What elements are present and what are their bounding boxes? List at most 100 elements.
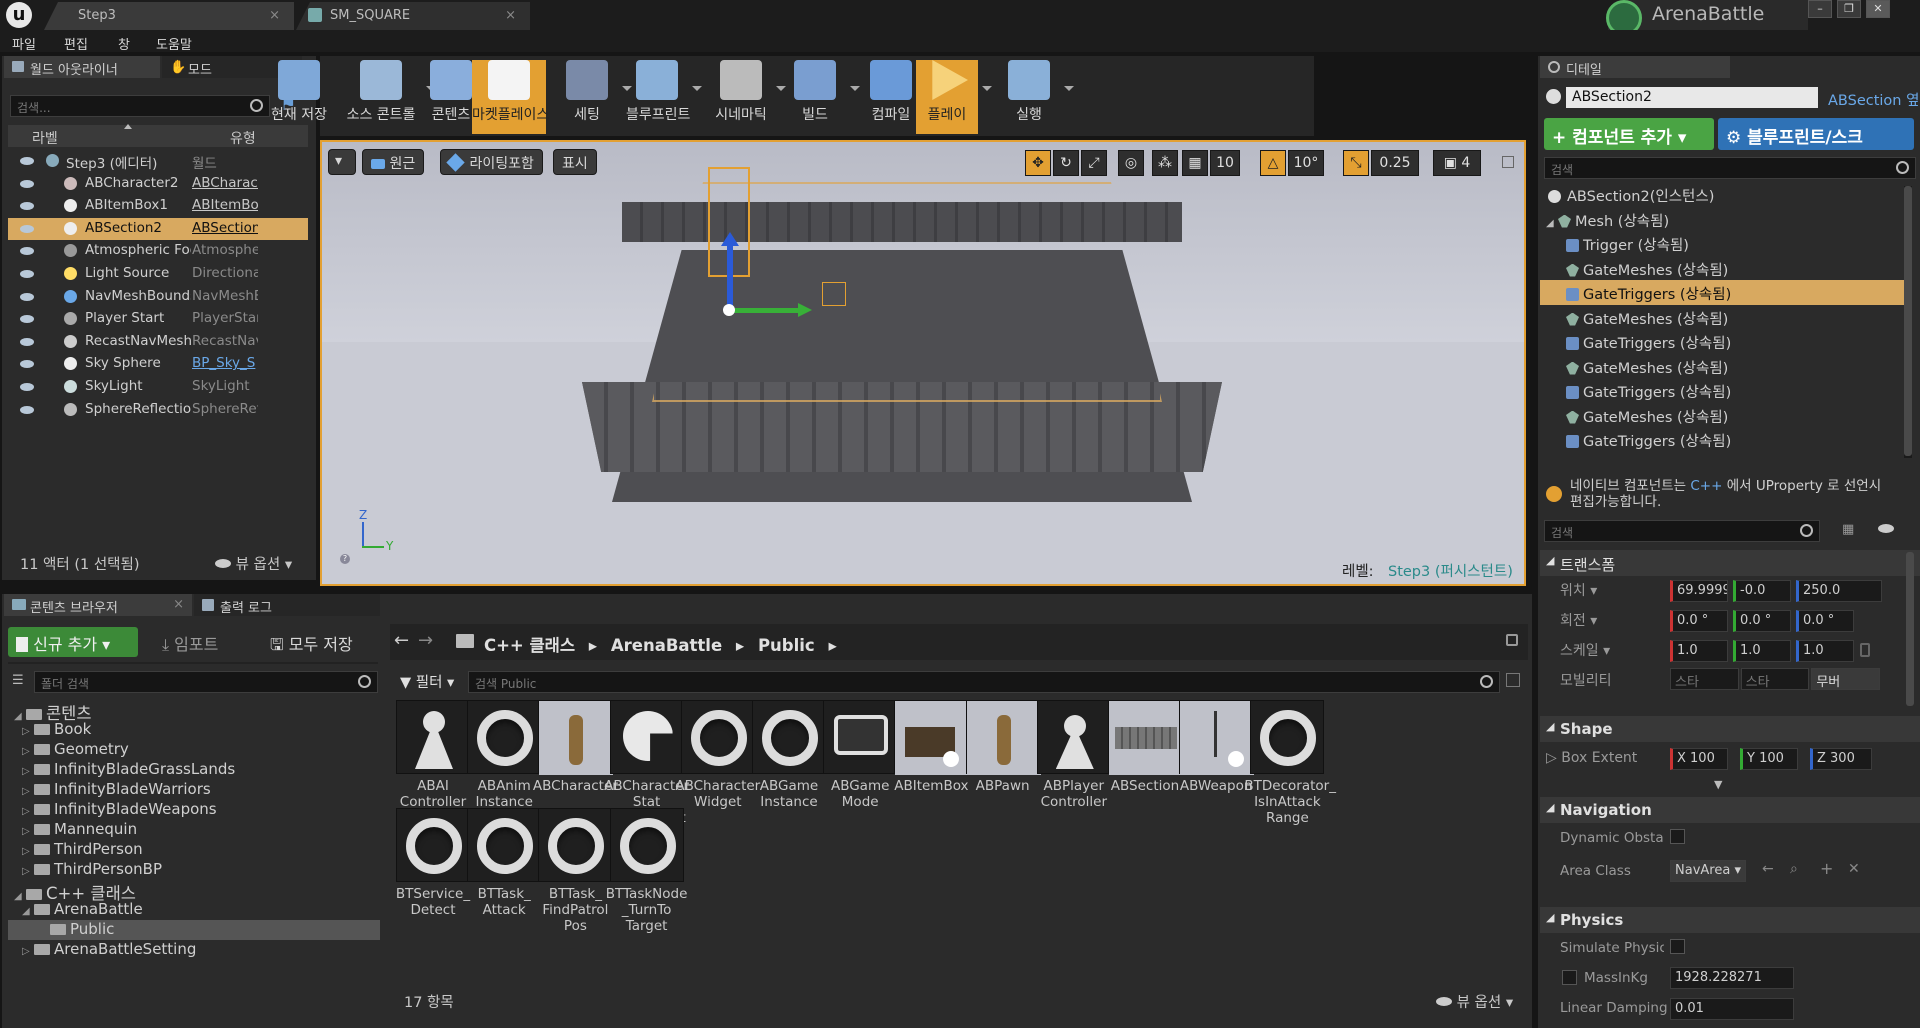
asset-view-options[interactable]: 뷰 옵션 ▾ <box>1436 991 1513 1012</box>
mass-field[interactable]: 1928.228271 <box>1670 967 1794 989</box>
menu-file[interactable]: 파일 <box>12 34 36 53</box>
component-tree-item[interactable]: ◢ Mesh (상속됨) <box>1540 207 1910 232</box>
component-tree-item[interactable]: Trigger (상속됨) <box>1540 231 1910 256</box>
folder-tree-item[interactable]: ▷ ArenaBattleSetting <box>8 940 380 960</box>
grid-snap-icon[interactable]: ▦ <box>1182 150 1208 176</box>
dropdown-arrow-icon[interactable] <box>1064 86 1074 91</box>
component-tree-item[interactable]: GateMeshes (상속됨) <box>1540 305 1910 330</box>
mobility-static-option[interactable]: 스타 <box>1670 668 1739 690</box>
visibility-eye-icon[interactable] <box>20 247 34 256</box>
simulate-physics-checkbox[interactable] <box>1670 939 1685 954</box>
back-arrow-icon[interactable]: ← <box>394 630 409 651</box>
linear-damping-field[interactable]: 0.01 <box>1670 998 1794 1020</box>
perspective-button[interactable]: 원근 <box>362 149 425 175</box>
folder-tree-item[interactable]: ▷ ThirdPersonBP <box>8 860 380 880</box>
document-tab-sm-square[interactable]: SM_SQUARE × <box>296 2 530 30</box>
asset-search-input[interactable]: 검색 Public <box>468 671 1500 693</box>
column-type-header[interactable]: 유형 <box>230 128 256 148</box>
location-y-field[interactable]: -0.0 <box>1733 580 1791 602</box>
location-z-field[interactable]: 250.0 <box>1796 580 1882 602</box>
menu-help[interactable]: 도움말 <box>156 34 192 53</box>
breadcrumb-item[interactable]: Public <box>758 636 815 655</box>
outliner-row[interactable]: ABCharacter2 ABCharact <box>8 173 308 196</box>
viewport-options-button[interactable]: ▾ <box>328 149 356 175</box>
component-tree-item[interactable]: GateTriggers (상속됨) <box>1540 280 1910 305</box>
folder-tree-item[interactable]: ▷ InfinityBladeGrassLands <box>8 760 380 780</box>
gizmo-z-axis[interactable] <box>727 242 733 312</box>
close-tab-icon[interactable]: × <box>505 8 516 23</box>
outliner-row[interactable]: SkyLight SkyLight <box>8 376 308 399</box>
component-tree-item[interactable]: GateTriggers (상속됨) <box>1540 378 1910 403</box>
scale-z-field[interactable]: 1.0 <box>1796 640 1854 662</box>
column-label-header[interactable]: 라벨 <box>32 128 58 148</box>
expand-arrow-icon[interactable]: ◢ <box>1546 218 1558 229</box>
physics-section-header[interactable]: ◢ Physics <box>1540 907 1920 933</box>
actor-class-link[interactable]: ABSection 옆 <box>1828 89 1919 110</box>
actor-type[interactable]: BP_Sky_S <box>192 355 258 371</box>
outliner-row[interactable]: ABItemBox1 ABItemBox <box>8 195 308 218</box>
eye-icon[interactable] <box>1878 524 1894 533</box>
rotation-z-field[interactable]: 0.0 ° <box>1796 610 1854 632</box>
shape-section-header[interactable]: ◢ Shape <box>1540 716 1920 742</box>
close-tab-icon[interactable]: × <box>269 8 280 23</box>
expand-arrow-icon[interactable]: ▷ <box>22 746 34 757</box>
tab-world-outliner[interactable]: 월드 아웃라이너 <box>4 56 160 78</box>
blueprint-script-button[interactable]: ⚙ 블루프린트/스크 <box>1718 118 1914 150</box>
dynamic-obstacle-checkbox[interactable] <box>1670 829 1685 844</box>
settings-button[interactable]: 세팅 <box>556 60 618 134</box>
folder-tree-item[interactable]: ▷ ThirdPerson <box>8 840 380 860</box>
play-button[interactable]: 플레이 <box>916 60 978 134</box>
component-tree-item[interactable]: GateMeshes (상속됨) <box>1540 256 1910 281</box>
expand-arrow-icon[interactable]: ▷ <box>22 726 34 737</box>
outliner-row[interactable]: Sky Sphere BP_Sky_S <box>8 353 308 376</box>
expand-arrow-icon[interactable]: ▷ <box>22 946 34 957</box>
unreal-logo-icon[interactable]: u <box>6 2 32 28</box>
dropdown-arrow-icon[interactable] <box>982 86 992 91</box>
visibility-eye-icon[interactable] <box>20 224 34 233</box>
component-tree-item[interactable]: GateMeshes (상속됨) <box>1540 403 1910 428</box>
cinematics-button[interactable]: 시네마틱 <box>710 60 772 134</box>
import-button[interactable]: ⤓ 임포트 <box>154 627 226 657</box>
add-icon[interactable]: + <box>1820 859 1833 878</box>
blueprints-button[interactable]: 블루프린트 <box>626 60 690 134</box>
folder-search-input[interactable]: 폴더 검색 <box>34 671 378 693</box>
scale-mode-icon[interactable]: ⤢ <box>1081 150 1107 176</box>
outliner-row[interactable]: SphereReflectionCaSphereRefle <box>8 399 308 422</box>
expand-arrow-icon[interactable]: ◢ <box>22 906 34 917</box>
scale-label[interactable]: 스케일 ▾ <box>1560 640 1610 660</box>
rotation-x-field[interactable]: 0.0 ° <box>1670 610 1728 632</box>
lighting-mode-button[interactable]: 라이팅포함 <box>440 149 543 175</box>
breadcrumb-item[interactable]: C++ 클래스 <box>484 636 575 655</box>
dropdown-arrow-icon[interactable] <box>692 86 702 91</box>
scale-x-field[interactable]: 1.0 <box>1670 640 1728 662</box>
folder-tree-item[interactable]: ▷ Mannequin <box>8 820 380 840</box>
restore-icon[interactable]: ❐ <box>1837 0 1861 18</box>
folder-tree-item[interactable]: ▷ InfinityBladeWeapons <box>8 800 380 820</box>
visibility-eye-icon[interactable] <box>20 202 34 211</box>
folder-tree-item[interactable]: Public <box>8 920 380 940</box>
component-tree-item[interactable]: GateTriggers (상속됨) <box>1540 329 1910 354</box>
lock-scale-icon[interactable] <box>1860 643 1870 657</box>
scale-snap-icon[interactable]: ⤡ <box>1343 150 1369 176</box>
tab-details[interactable]: 디테일 <box>1540 56 1730 78</box>
visibility-eye-icon[interactable] <box>20 315 34 324</box>
scale-snap-value[interactable]: 0.25 <box>1371 150 1419 176</box>
folder-tree-item[interactable]: ◢ 콘텐츠 <box>8 700 380 723</box>
outliner-view-options[interactable]: 뷰 옵션 ▾ <box>215 553 292 574</box>
property-matrix-icon[interactable]: ▦ <box>1842 522 1854 537</box>
minimize-icon[interactable]: – <box>1808 0 1832 18</box>
visibility-eye-icon[interactable] <box>20 360 34 369</box>
visibility-eye-icon[interactable] <box>20 405 34 414</box>
expand-arrow-icon[interactable]: ▷ <box>22 846 34 857</box>
document-tab-step3[interactable]: Step3 × <box>44 2 294 30</box>
tab-content-browser[interactable]: 콘텐츠 브라우저 × <box>4 594 192 616</box>
lock-icon[interactable] <box>1506 634 1518 646</box>
close-icon[interactable]: ✕ <box>1866 0 1890 18</box>
forward-arrow-icon[interactable]: → <box>418 630 433 651</box>
outliner-row[interactable]: RecastNavMesh-DeRecastNavl <box>8 331 308 354</box>
folder-tree-item[interactable]: ◢ C++ 클래스 <box>8 880 380 903</box>
outliner-row[interactable]: Light Source Directionall <box>8 263 308 286</box>
rotation-snap-icon[interactable]: △ <box>1260 150 1286 176</box>
camera-speed-button[interactable]: ▣ 4 <box>1433 150 1481 176</box>
outliner-row[interactable]: ABSection2 ABSection <box>8 217 308 241</box>
